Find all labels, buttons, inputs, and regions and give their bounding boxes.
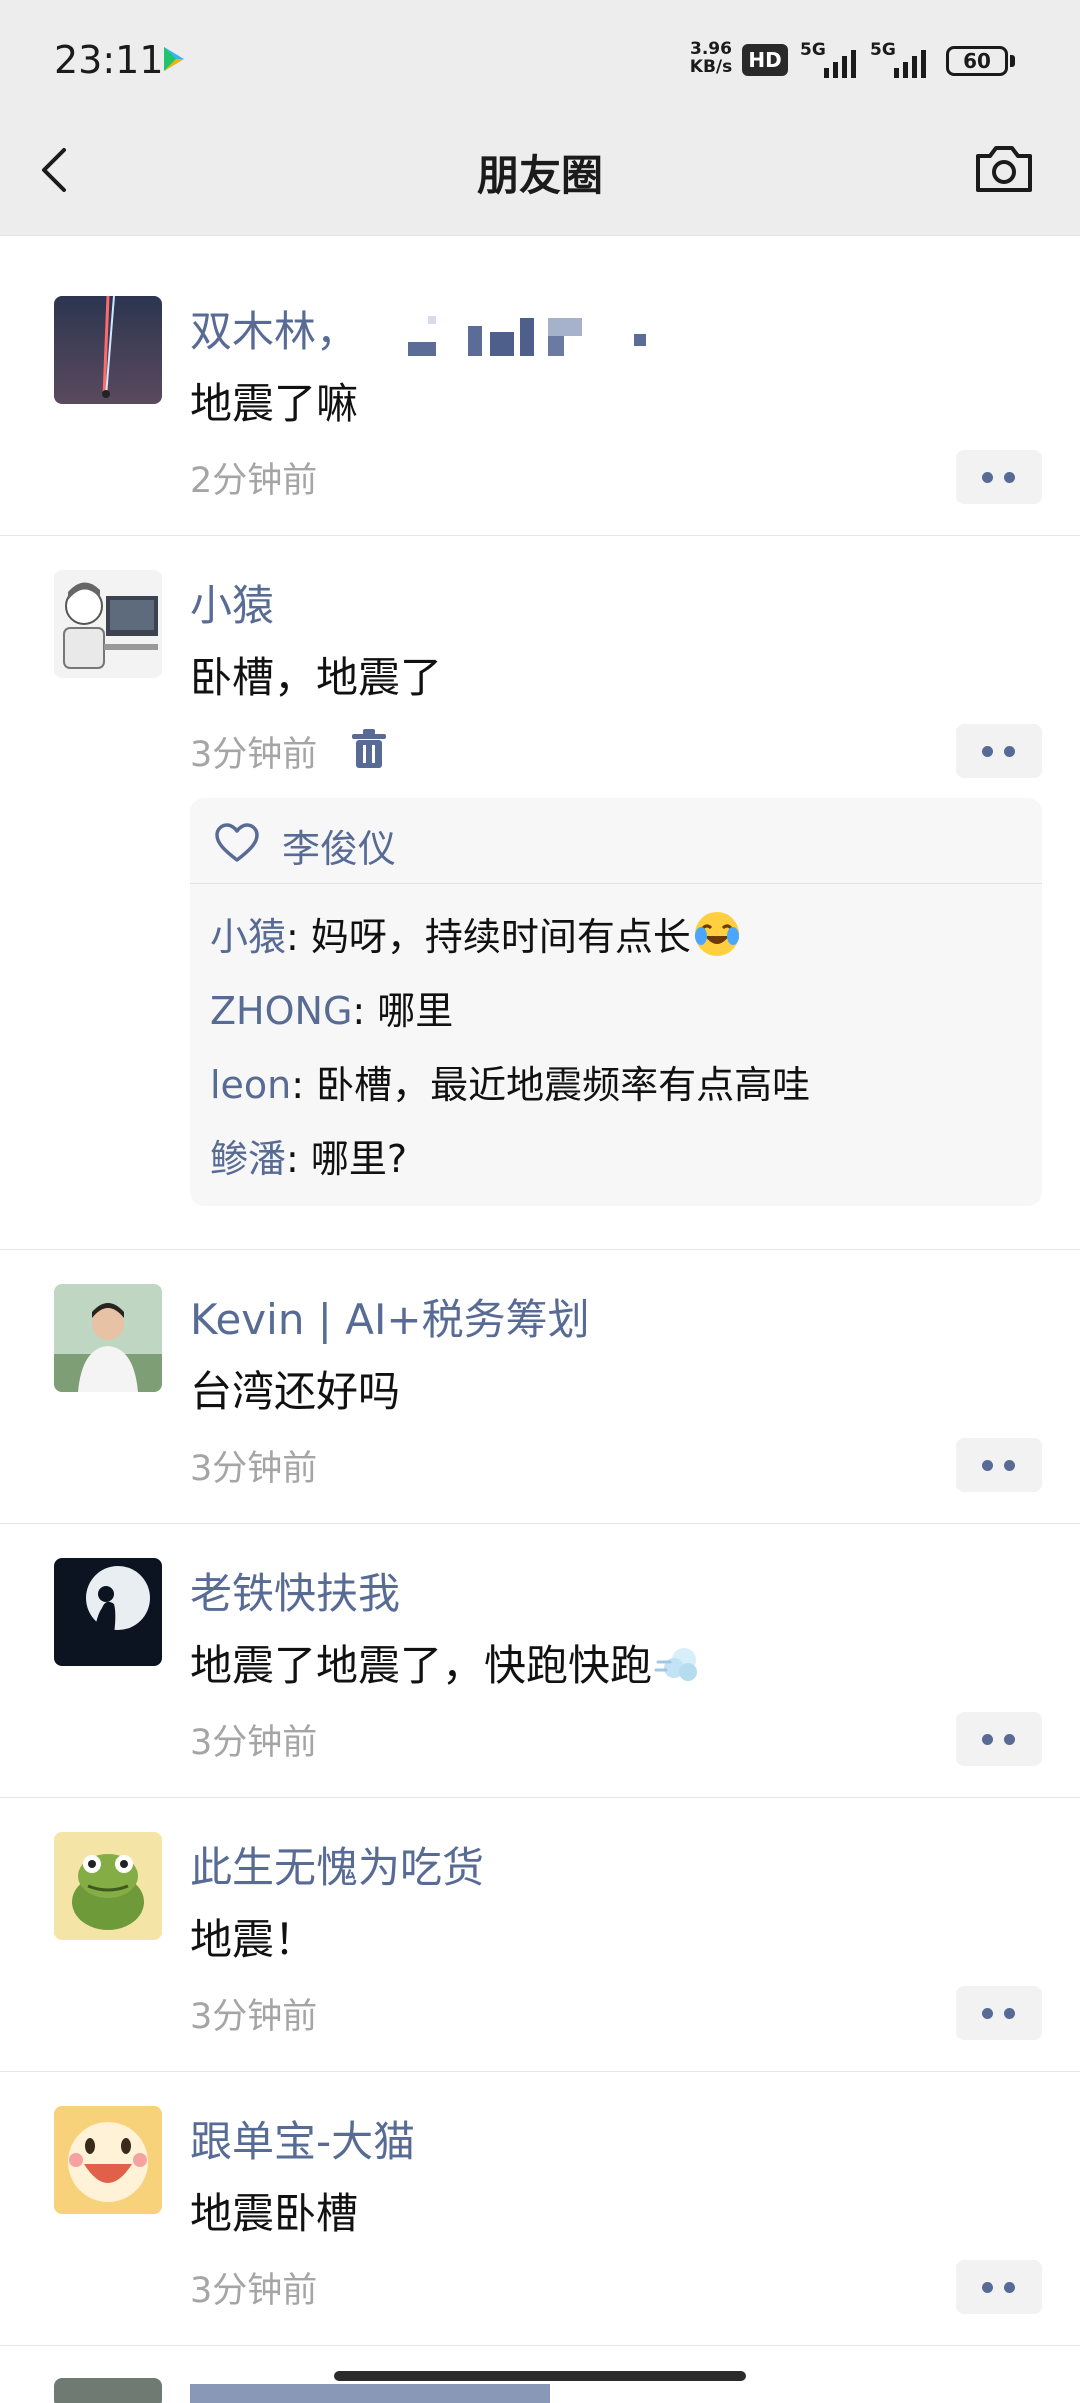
timestamp: 3分钟前: [190, 735, 318, 775]
status-bar: 23:11 3.96 KB/s HD 5G 5G 60: [0, 0, 1080, 120]
sender-name[interactable]: 双木林，: [190, 298, 358, 359]
avatar[interactable]: [54, 1558, 162, 1666]
avatar[interactable]: [54, 296, 162, 404]
more-button[interactable]: [956, 724, 1042, 778]
list-item[interactable]: 老铁快扶我 地震了地震了，快跑快跑 3分钟前: [0, 1524, 1080, 1798]
sender-name[interactable]: 小猿: [190, 572, 274, 633]
message-text: 地震了地震了，快跑快跑: [190, 1641, 653, 1690]
comment-text: : 哪里?: [286, 1137, 408, 1181]
more-button[interactable]: [956, 1712, 1042, 1766]
play-store-icon: [164, 47, 184, 71]
signal-bars-icon: [894, 50, 926, 78]
comment-text: : 卧槽，最近地震频率有点高哇: [291, 1063, 811, 1107]
mosaic-redaction: [408, 316, 646, 356]
message-content: 卧槽，地震了: [190, 653, 443, 702]
signal-bars-icon: [824, 50, 856, 78]
interaction-panel: 李俊仪 小猿: 妈呀，持续时间有点长 ZHONG: 哪里 leon: 卧槽，最近…: [190, 798, 1042, 1206]
sender-name[interactable]: Kevin | AI+税务筹划: [190, 1286, 590, 1347]
comment-author[interactable]: 鲹潘: [210, 1137, 286, 1181]
list-item[interactable]: 跟单宝-大猫 地震卧槽 3分钟前: [0, 2072, 1080, 2346]
timestamp: 3分钟前: [190, 1449, 318, 1489]
battery-icon: 60: [946, 46, 1016, 76]
comment-item[interactable]: leon: 卧槽，最近地震频率有点高哇: [210, 1054, 810, 1109]
status-time: 23:11: [54, 38, 164, 82]
message-content: 地震！: [190, 1915, 317, 1964]
like-user[interactable]: 李俊仪: [282, 818, 396, 873]
comment-author[interactable]: ZHONG: [210, 989, 352, 1033]
page-title: 朋友圈: [476, 151, 603, 200]
more-button[interactable]: [956, 1438, 1042, 1492]
nav-bar: 朋友圈: [0, 120, 1080, 220]
message-content: 台湾还好吗: [190, 1367, 401, 1416]
message-content: 地震卧槽: [190, 2189, 359, 2238]
list-item[interactable]: 此生无愧为吃货 地震！ 3分钟前: [0, 1798, 1080, 2072]
comment-author[interactable]: leon: [210, 1063, 291, 1107]
network-speed: 3.96 KB/s: [686, 40, 736, 76]
avatar[interactable]: [54, 1832, 162, 1940]
laughing-crying-emoji-icon: [694, 912, 739, 956]
notification-list: 双木林， 地震了嘛 2分钟前 小猿 卧槽，地震了 3分钟前 李俊仪 小猿: 妈呀…: [0, 262, 1080, 2346]
heart-icon: [215, 823, 259, 862]
comment-author[interactable]: 小猿: [210, 915, 286, 959]
more-button[interactable]: [956, 1986, 1042, 2040]
battery-level: 60: [946, 46, 1008, 76]
comment-text: : 妈呀，持续时间有点长: [286, 915, 691, 959]
sender-name[interactable]: 老铁快扶我: [190, 1560, 400, 1621]
avatar[interactable]: [54, 1284, 162, 1392]
more-button[interactable]: [956, 2260, 1042, 2314]
comment-item[interactable]: 鲹潘: 哪里?: [210, 1128, 407, 1183]
comment-item[interactable]: 小猿: 妈呀，持续时间有点长: [210, 906, 741, 961]
sender-name[interactable]: 此生无愧为吃货: [190, 1834, 484, 1895]
timestamp: 3分钟前: [190, 1997, 318, 2037]
message-content: 地震了地震了，快跑快跑: [190, 1632, 702, 1693]
avatar[interactable]: [54, 570, 162, 678]
comment-text: : 哪里: [352, 989, 454, 1033]
trash-icon[interactable]: [350, 728, 388, 770]
list-item[interactable]: Kevin | AI+税务筹划 台湾还好吗 3分钟前: [0, 1250, 1080, 1524]
top-bar: 23:11 3.96 KB/s HD 5G 5G 60 朋友圈: [0, 0, 1080, 236]
message-content: 地震了嘛: [190, 379, 359, 428]
camera-icon[interactable]: [972, 142, 1036, 196]
network-speed-value: 3.96: [690, 39, 732, 59]
dash-emoji-icon: [654, 1648, 698, 1681]
network-speed-unit: KB/s: [689, 57, 733, 77]
comment-item[interactable]: ZHONG: 哪里: [210, 980, 453, 1035]
signal-icon-1: 5G: [800, 40, 866, 78]
hd-voice-icon: HD: [742, 44, 788, 76]
list-item[interactable]: 双木林， 地震了嘛 2分钟前: [0, 262, 1080, 536]
more-button[interactable]: [956, 450, 1042, 504]
avatar[interactable]: [54, 2106, 162, 2214]
home-indicator[interactable]: [334, 2371, 746, 2381]
list-item[interactable]: 小猿 卧槽，地震了 3分钟前 李俊仪 小猿: 妈呀，持续时间有点长 ZHONG:…: [0, 536, 1080, 1250]
likes-row: 李俊仪: [190, 798, 1042, 884]
timestamp: 2分钟前: [190, 461, 318, 501]
timestamp: 3分钟前: [190, 1723, 318, 1763]
timestamp: 3分钟前: [190, 2271, 318, 2311]
sender-name[interactable]: 跟单宝-大猫: [190, 2108, 415, 2169]
signal-icon-2: 5G: [870, 40, 936, 78]
